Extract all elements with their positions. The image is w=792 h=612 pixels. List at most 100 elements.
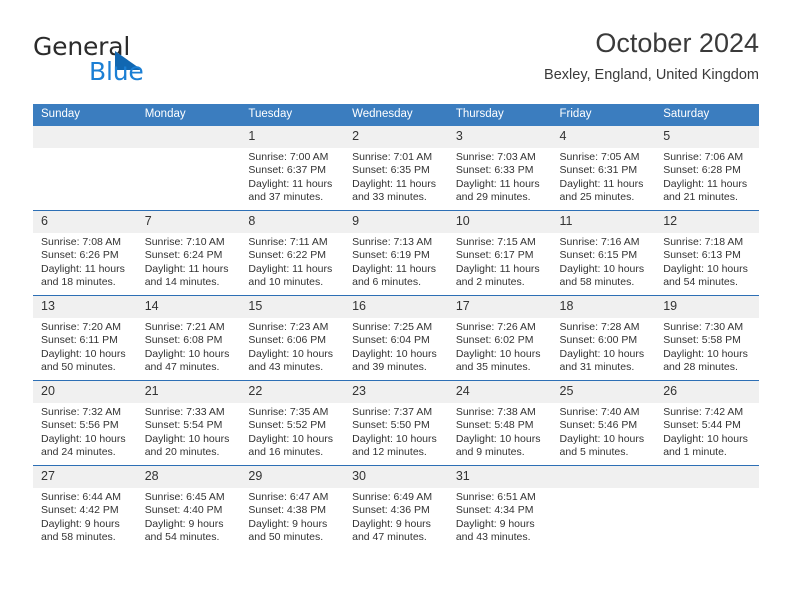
day-sunset-text: Sunset: 5:46 PM [559, 419, 638, 432]
day-sunset-text: Sunset: 5:50 PM [352, 419, 430, 432]
page-title: October 2024 [595, 28, 759, 58]
calendar-day-cell[interactable]: 23 Sunrise: 7:37 AM Sunset: 5:50 PM Dayligh… [344, 380, 448, 466]
calendar-day-cell[interactable]: 1 Sunrise: 7:00 AM Sunset: 6:37 PM Daylight… [240, 126, 345, 211]
calendar-day-cell[interactable]: 4 Sunrise: 7:05 AM Sunset: 6:31 PM Daylight… [551, 126, 656, 211]
day-sunrise-text: Sunrise: 7:01 AM [352, 151, 433, 163]
day-sun-info [33, 148, 137, 151]
day-daylight-line-text: and 43 minutes. [455, 531, 531, 544]
day-daylight-line-text: and 2 minutes. [455, 276, 525, 289]
day-number: 12 [655, 211, 759, 233]
calendar-day-cell[interactable]: 24 Sunrise: 7:38 AM Sunset: 5:48 PM Dayligh… [447, 380, 552, 466]
day-daylight-line-text: and 10 minutes. [248, 276, 324, 289]
calendar-day-cell[interactable]: 17 Sunrise: 7:26 AM Sunset: 6:02 PM Dayligh… [447, 295, 552, 381]
calendar-day-cell[interactable]: 18 Sunrise: 7:28 AM Sunset: 6:00 PM Dayligh… [551, 295, 656, 381]
calendar-day-cell[interactable]: 6 Sunrise: 7:08 AM Sunset: 6:26 PM Daylight… [33, 210, 137, 296]
calendar-body: 1 Sunrise: 7:00 AM Sunset: 6:37 PM Daylight… [33, 126, 759, 550]
day-daylight-line-text: and 29 minutes. [455, 191, 531, 204]
day-daylight-line-text: Daylight: 9 hours [144, 517, 224, 530]
day-sunrise-text: Sunrise: 7:11 AM [248, 236, 328, 248]
day-sun-info: Sunrise: 7:11 AM Sunset: 6:22 PM Daylight:… [240, 233, 344, 290]
day-sun-info: Sunrise: 7:01 AM Sunset: 6:35 PM Daylight:… [344, 148, 448, 205]
day-daylight-line-text: and 9 minutes. [455, 446, 525, 459]
calendar-day-cell[interactable]: 22 Sunrise: 7:35 AM Sunset: 5:52 PM Dayligh… [240, 380, 345, 466]
calendar-day-cell[interactable]: 30 Sunrise: 6:49 AM Sunset: 4:36 PM Dayligh… [344, 465, 448, 550]
calendar-day-cell[interactable]: 3 Sunrise: 7:03 AM Sunset: 6:33 PM Daylight… [447, 126, 552, 211]
calendar-day-cell[interactable]: 7 Sunrise: 7:10 AM Sunset: 6:24 PM Daylight… [136, 210, 241, 296]
calendar-day-cell[interactable]: 26 Sunrise: 7:42 AM Sunset: 5:44 PM Dayligh… [655, 380, 759, 466]
day-daylight-line-text: Daylight: 10 hours [559, 432, 645, 445]
day-daylight-line-text: Daylight: 9 hours [248, 517, 328, 530]
day-sunrise-text: Sunrise: 7:33 AM [144, 406, 225, 418]
day-sunrise-text: Sunrise: 7:28 AM [559, 321, 640, 333]
day-daylight-line-text: Daylight: 11 hours [559, 177, 644, 190]
weekday-header-friday: Friday [551, 104, 656, 126]
day-sunrise-text: Sunrise: 6:44 AM [41, 491, 121, 503]
day-daylight-line-text: and 54 minutes. [663, 276, 738, 289]
calendar-day-cell[interactable]: 25 Sunrise: 7:40 AM Sunset: 5:46 PM Dayligh… [551, 380, 656, 466]
calendar-day-cell[interactable]: 27 Sunrise: 6:44 AM Sunset: 4:42 PM Dayligh… [33, 465, 137, 550]
day-sunrise-text: Sunrise: 7:25 AM [352, 321, 433, 333]
calendar-day-cell[interactable]: 20 Sunrise: 7:32 AM Sunset: 5:56 PM Dayligh… [33, 380, 137, 466]
day-daylight-line-text: and 47 minutes. [352, 531, 427, 544]
calendar-day-cell[interactable]: 21 Sunrise: 7:33 AM Sunset: 5:54 PM Dayligh… [136, 380, 241, 466]
day-sunset-text: Sunset: 6:15 PM [559, 249, 638, 262]
day-daylight-line-text: Daylight: 10 hours [352, 347, 437, 360]
calendar-day-cell[interactable]: 5 Sunrise: 7:06 AM Sunset: 6:28 PM Daylight… [655, 126, 759, 211]
day-daylight-line-text: and 16 minutes. [248, 446, 324, 459]
calendar-day-cell[interactable]: 10 Sunrise: 7:15 AM Sunset: 6:17 PM Dayligh… [447, 210, 552, 296]
day-sun-info: Sunrise: 7:40 AM Sunset: 5:46 PM Daylight:… [552, 403, 656, 460]
day-sunrise-text: Sunrise: 7:35 AM [248, 406, 329, 418]
day-daylight-line-text: and 20 minutes. [144, 446, 220, 459]
calendar-week-row: 27 Sunrise: 6:44 AM Sunset: 4:42 PM Dayligh… [33, 465, 759, 550]
calendar-day-cell[interactable]: 15 Sunrise: 7:23 AM Sunset: 6:06 PM Dayligh… [240, 295, 345, 381]
day-number [136, 126, 241, 148]
calendar-day-cell[interactable]: 13 Sunrise: 7:20 AM Sunset: 6:11 PM Dayligh… [33, 295, 137, 381]
day-daylight-line-text: and 54 minutes. [144, 531, 220, 544]
calendar-day-cell[interactable]: 14 Sunrise: 7:21 AM Sunset: 6:08 PM Dayligh… [136, 295, 241, 381]
page-subtitle: Bexley, England, United Kingdom [544, 67, 759, 83]
day-sun-info: Sunrise: 7:37 AM Sunset: 5:50 PM Daylight:… [344, 403, 448, 460]
brand-logo[interactable]: General Blue [33, 34, 223, 90]
day-sunrise-text: Sunrise: 7:03 AM [455, 151, 536, 163]
calendar-day-cell[interactable]: 31 Sunrise: 6:51 AM Sunset: 4:34 PM Dayligh… [447, 465, 552, 550]
day-daylight-line-text: Daylight: 11 hours [144, 262, 229, 275]
day-daylight-line-text: Daylight: 10 hours [663, 347, 748, 360]
calendar-week-row: 13 Sunrise: 7:20 AM Sunset: 6:11 PM Dayligh… [33, 295, 759, 381]
calendar-day-cell[interactable]: 29 Sunrise: 6:47 AM Sunset: 4:38 PM Dayligh… [240, 465, 345, 550]
calendar-day-cell[interactable]: 16 Sunrise: 7:25 AM Sunset: 6:04 PM Dayligh… [344, 295, 448, 381]
weekday-header-thursday: Thursday [447, 104, 552, 126]
calendar-header-row: Sunday Monday Tuesday Wednesday Thursday Frid… [33, 104, 759, 126]
day-sun-info: Sunrise: 7:25 AM Sunset: 6:04 PM Daylight:… [344, 318, 448, 375]
day-daylight-line-text: and 28 minutes. [663, 361, 738, 374]
day-sunrise-text: Sunrise: 7:20 AM [41, 321, 121, 333]
day-daylight-line-text: Daylight: 11 hours [455, 177, 540, 190]
day-sunrise-text: Sunrise: 7:13 AM [352, 236, 433, 248]
day-sunset-text: Sunset: 5:54 PM [144, 419, 223, 432]
day-sunrise-text: Sunrise: 6:47 AM [248, 491, 329, 503]
day-sunset-text: Sunset: 6:28 PM [663, 164, 741, 177]
day-number [33, 126, 137, 148]
calendar-day-cell[interactable]: 19 Sunrise: 7:30 AM Sunset: 5:58 PM Dayligh… [655, 295, 759, 381]
day-sunset-text: Sunset: 5:58 PM [663, 334, 741, 347]
day-daylight-line-text: Daylight: 11 hours [663, 177, 748, 190]
day-sunset-text: Sunset: 6:33 PM [455, 164, 534, 177]
day-sunset-text: Sunset: 6:00 PM [559, 334, 638, 347]
calendar-day-cell[interactable]: 9 Sunrise: 7:13 AM Sunset: 6:19 PM Daylight… [344, 210, 448, 296]
calendar-day-cell[interactable]: 2 Sunrise: 7:01 AM Sunset: 6:35 PM Daylight… [344, 126, 448, 211]
day-daylight-line-text: Daylight: 11 hours [352, 177, 436, 190]
calendar-week-row: 6 Sunrise: 7:08 AM Sunset: 6:26 PM Daylight… [33, 210, 759, 296]
day-sunset-text: Sunset: 6:11 PM [41, 334, 118, 347]
day-sunrise-text: Sunrise: 7:23 AM [248, 321, 329, 333]
calendar-day-cell[interactable]: 8 Sunrise: 7:11 AM Sunset: 6:22 PM Daylight… [240, 210, 345, 296]
day-number: 19 [655, 296, 759, 318]
day-sun-info: Sunrise: 6:49 AM Sunset: 4:36 PM Daylight:… [344, 488, 448, 545]
calendar-day-cell[interactable]: 12 Sunrise: 7:18 AM Sunset: 6:13 PM Dayligh… [655, 210, 759, 296]
day-sunset-text: Sunset: 4:40 PM [144, 504, 223, 517]
day-daylight-line-text: Daylight: 10 hours [559, 262, 645, 275]
day-sunrise-text: Sunrise: 7:05 AM [559, 151, 640, 163]
day-daylight-line-text: and 14 minutes. [144, 276, 220, 289]
day-number: 3 [447, 126, 552, 148]
calendar-day-cell[interactable]: 11 Sunrise: 7:16 AM Sunset: 6:15 PM Dayligh… [551, 210, 656, 296]
day-sunset-text: Sunset: 6:02 PM [455, 334, 534, 347]
calendar-day-cell[interactable]: 28 Sunrise: 6:45 AM Sunset: 4:40 PM Dayligh… [136, 465, 241, 550]
